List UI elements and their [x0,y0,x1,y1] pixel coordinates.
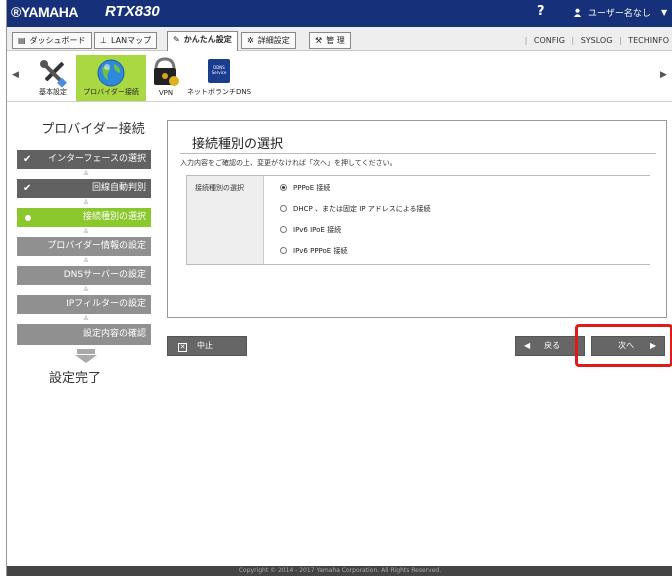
tool-bar: ◀ 基本設定 プロバイダー接続 VPN DDNS Service ネットボランチ… [7,52,672,102]
wrench-screwdriver-icon [40,60,67,88]
top-bar: ®YAMAHA RTX830 ? ユーザー名なし ▼ [7,0,672,27]
tool-provider-connection-label: プロバイダー接続 [83,88,139,96]
link-config[interactable]: CONFIG [530,36,569,45]
option-dhcp-static[interactable]: DHCP 、または固定 IP アドレスによる接続 [280,204,431,214]
link-techinfo[interactable]: TECHINFO [624,36,669,45]
chevron-down-icon: ≚ [83,228,89,236]
system-links: | CONFIG | SYSLOG | TECHINFO [524,36,669,45]
dns-service-icon: DDNS Service [208,59,230,83]
step-connection-type: 接続種別の選択 [17,208,151,227]
tool-basic-settings-label: 基本設定 [39,88,67,96]
step-provider-info: プロバイダー情報の設定 [17,237,151,256]
page-description: 入力内容をご確認の上、変更がなければ「次へ」を押してください。 [180,159,397,167]
user-icon [573,8,582,17]
radio-selected-icon[interactable] [280,184,287,191]
chevron-down-icon: ≚ [83,257,89,265]
menu-easy-setup-label: かんたん設定 [183,35,232,44]
step-connection-type-label: 接続種別の選択 [82,212,146,222]
chevron-down-icon[interactable]: ▼ [661,8,667,17]
step-ip-filter: IPフィルターの設定 [17,295,151,314]
option-ipv6-pppoe[interactable]: IPv6 PPPoE 接続 [280,246,347,256]
chevron-down-icon: ≚ [83,170,89,178]
triangle-left-icon: ◀ [524,341,531,350]
menu-dashboard[interactable]: ▤ ダッシュボード [12,32,92,49]
tool-provider-connection[interactable]: プロバイダー接続 [76,55,146,101]
setup-complete-label: 設定完了 [49,371,102,386]
cancel-button-label: 中止 [197,341,213,350]
menu-management[interactable]: ⚒ 管 理 [309,32,351,49]
menu-advanced-label: 詳細設定 [257,36,290,45]
globe-icon [97,59,125,87]
option-ipv6-ipoe-label: IPv6 IPoE 接続 [293,226,342,234]
option-pppoe[interactable]: PPPoE 接続 [280,183,330,193]
menu-advanced[interactable]: ✲ 詳細設定 [241,32,296,49]
footer: Copyright © 2014 - 2017 Yamaha Corporati… [7,566,672,576]
menu-bar: ▤ ダッシュボード ⊥ LANマップ ✎ かんたん設定 ✲ 詳細設定 ⚒ 管 理 | CO… [7,27,672,51]
user-menu[interactable]: ユーザー名なし [573,6,651,19]
app-window: ®YAMAHA RTX830 ? ユーザー名なし ▼ ▤ ダッシュボード ⊥ LAN… [6,0,672,576]
step-line-detect-label: 回線自動判別 [91,183,146,193]
model-name: RTX830 [105,3,160,20]
close-box-icon: ✕ [178,343,187,352]
chevron-down-icon: ≚ [83,286,89,294]
checkmark-icon: ✔ [23,183,32,194]
sidebar-title: プロバイダー接続 [41,122,145,137]
step-ip-filter-label: IPフィルターの設定 [66,299,146,309]
step-dns-server: DNSサーバーの設定 [17,266,151,285]
user-name: ユーザー名なし [588,9,651,19]
step-confirm-label: 設定内容の確認 [82,329,146,339]
option-ipv6-pppoe-label: IPv6 PPPoE 接続 [293,247,348,255]
tool-vpn[interactable]: VPN [149,55,183,101]
step-dns-server-label: DNSサーバーの設定 [63,270,146,280]
menu-lan-map-label: LANマップ [110,36,152,45]
page-title: 接続種別の選択 [192,137,284,152]
back-button-label: 戻る [544,341,561,350]
tool-basic-settings[interactable]: 基本設定 [32,55,74,101]
radio-icon[interactable] [280,247,287,254]
dashboard-icon: ▤ [18,36,26,45]
scroll-left-icon[interactable]: ◀ [12,70,19,80]
tool-vpn-label: VPN [158,89,174,97]
current-step-dot-icon [25,215,31,221]
highlight-box [575,324,672,367]
checkmark-icon: ✔ [23,154,32,165]
vpn-lock-icon [154,57,179,86]
option-pppoe-label: PPPoE 接続 [293,184,331,192]
step-confirm: 設定内容の確認 [17,324,151,345]
title-divider [180,153,656,154]
option-ipv6-ipoe[interactable]: IPv6 IPoE 接続 [280,225,341,235]
chevron-down-icon: ≚ [83,199,89,207]
dns-service-icon-text: DDNS Service [211,65,227,75]
main-panel: 接続種別の選択 入力内容をご確認の上、変更がなければ「次へ」を押してください。 … [167,120,667,318]
help-button[interactable]: ? [537,4,545,19]
yamaha-logo: ®YAMAHA [11,4,78,20]
gear-icon: ✲ [247,36,254,45]
scroll-right-icon[interactable]: ▶ [660,70,667,80]
chevron-down-icon: ≚ [83,315,89,323]
tool-netvolante-dns[interactable]: DDNS Service ネットボランチDNS [183,55,255,101]
menu-easy-setup[interactable]: ✎ かんたん設定 [167,31,238,51]
menu-management-label: 管 理 [326,36,345,45]
menu-dashboard-label: ダッシュボード [29,36,86,45]
radio-group: PPPoE 接続 DHCP 、または固定 IP アドレスによる接続 IPv6 I… [263,176,650,264]
radio-icon[interactable] [280,226,287,233]
wrench-icon: ⚒ [315,36,323,45]
wizard-icon: ✎ [173,35,180,44]
radio-icon[interactable] [280,205,287,212]
tool-netvolante-dns-label: ネットボランチDNS [186,88,252,96]
option-dhcp-static-label: DHCP 、または固定 IP アドレスによる接続 [293,205,431,213]
field-label: 接続種別の選択 [195,184,244,192]
step-provider-info-label: プロバイダー情報の設定 [47,241,146,251]
link-syslog[interactable]: SYSLOG [577,36,617,45]
arrow-down-icon [75,349,97,363]
step-interface-label: インターフェースの選択 [47,154,146,164]
lan-map-icon: ⊥ [100,36,107,45]
menu-lan-map[interactable]: ⊥ LANマップ [94,32,158,49]
step-interface: ✔ インターフェースの選択 [17,150,151,169]
cancel-button[interactable]: ✕ 中止 [167,336,247,356]
connection-type-field: 接続種別の選択 PPPoE 接続 DHCP 、または固定 IP アドレスによる接… [186,175,650,265]
step-line-detect: ✔ 回線自動判別 [17,179,151,198]
